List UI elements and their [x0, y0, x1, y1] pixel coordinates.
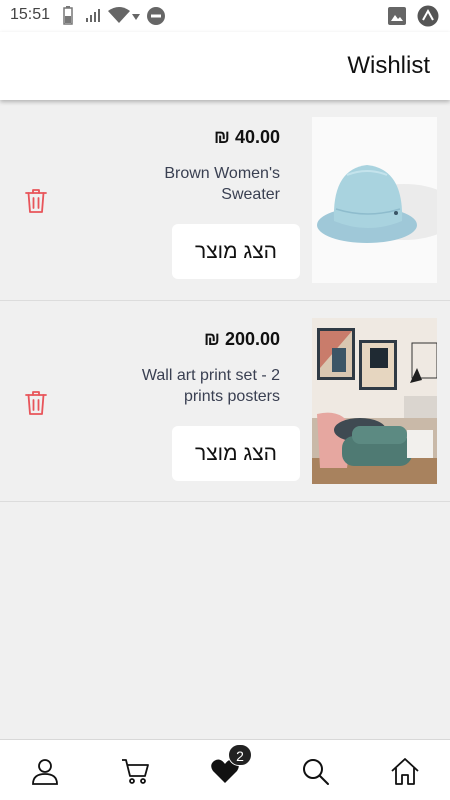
product-name[interactable]: Wall art print set - 2 prints posters — [110, 365, 280, 407]
wishlist-item: ₪ 200.00 Wall art print set - 2 prints p… — [0, 301, 450, 502]
bottom-navigation: 2 — [0, 739, 450, 800]
status-time: 15:51 — [10, 6, 51, 23]
wishlist-item: ₪ 40.00 Brown Women's Sweater הצג מוצר — [0, 100, 450, 301]
image-notification-icon — [388, 7, 406, 25]
app-notification-icon — [417, 5, 439, 27]
product-image[interactable] — [312, 117, 437, 283]
do-not-disturb-icon — [147, 7, 165, 25]
product-image[interactable] — [312, 318, 437, 484]
page-title: Wishlist — [347, 52, 430, 79]
battery-icon — [63, 6, 73, 25]
trash-icon[interactable] — [24, 390, 48, 416]
wifi-icon — [108, 7, 130, 23]
signal-icon — [86, 9, 100, 22]
view-product-button[interactable]: הצג מוצר — [172, 426, 300, 481]
search-icon[interactable] — [300, 756, 330, 786]
home-icon[interactable] — [390, 756, 420, 786]
trash-icon[interactable] — [24, 188, 48, 214]
account-icon[interactable] — [30, 756, 60, 786]
product-price: ₪ 40.00 — [214, 127, 280, 147]
view-product-button[interactable]: הצג מוצר — [172, 224, 300, 279]
product-price: ₪ 200.00 — [204, 329, 280, 349]
bucket-hat-image — [312, 117, 437, 283]
wishlist-nav[interactable]: 2 — [210, 744, 252, 786]
cart-icon[interactable] — [120, 756, 150, 786]
wishlist-list: ₪ 40.00 Brown Women's Sweater הצג מוצר ₪… — [0, 100, 450, 502]
wifi-arrow-icon — [132, 14, 140, 20]
status-bar: 15:51 — [0, 0, 450, 32]
wishlist-count-badge: 2 — [228, 744, 252, 766]
app-bar: Wishlist — [0, 32, 450, 100]
product-name[interactable]: Brown Women's Sweater — [110, 163, 280, 205]
wall-art-room-image — [312, 318, 437, 484]
